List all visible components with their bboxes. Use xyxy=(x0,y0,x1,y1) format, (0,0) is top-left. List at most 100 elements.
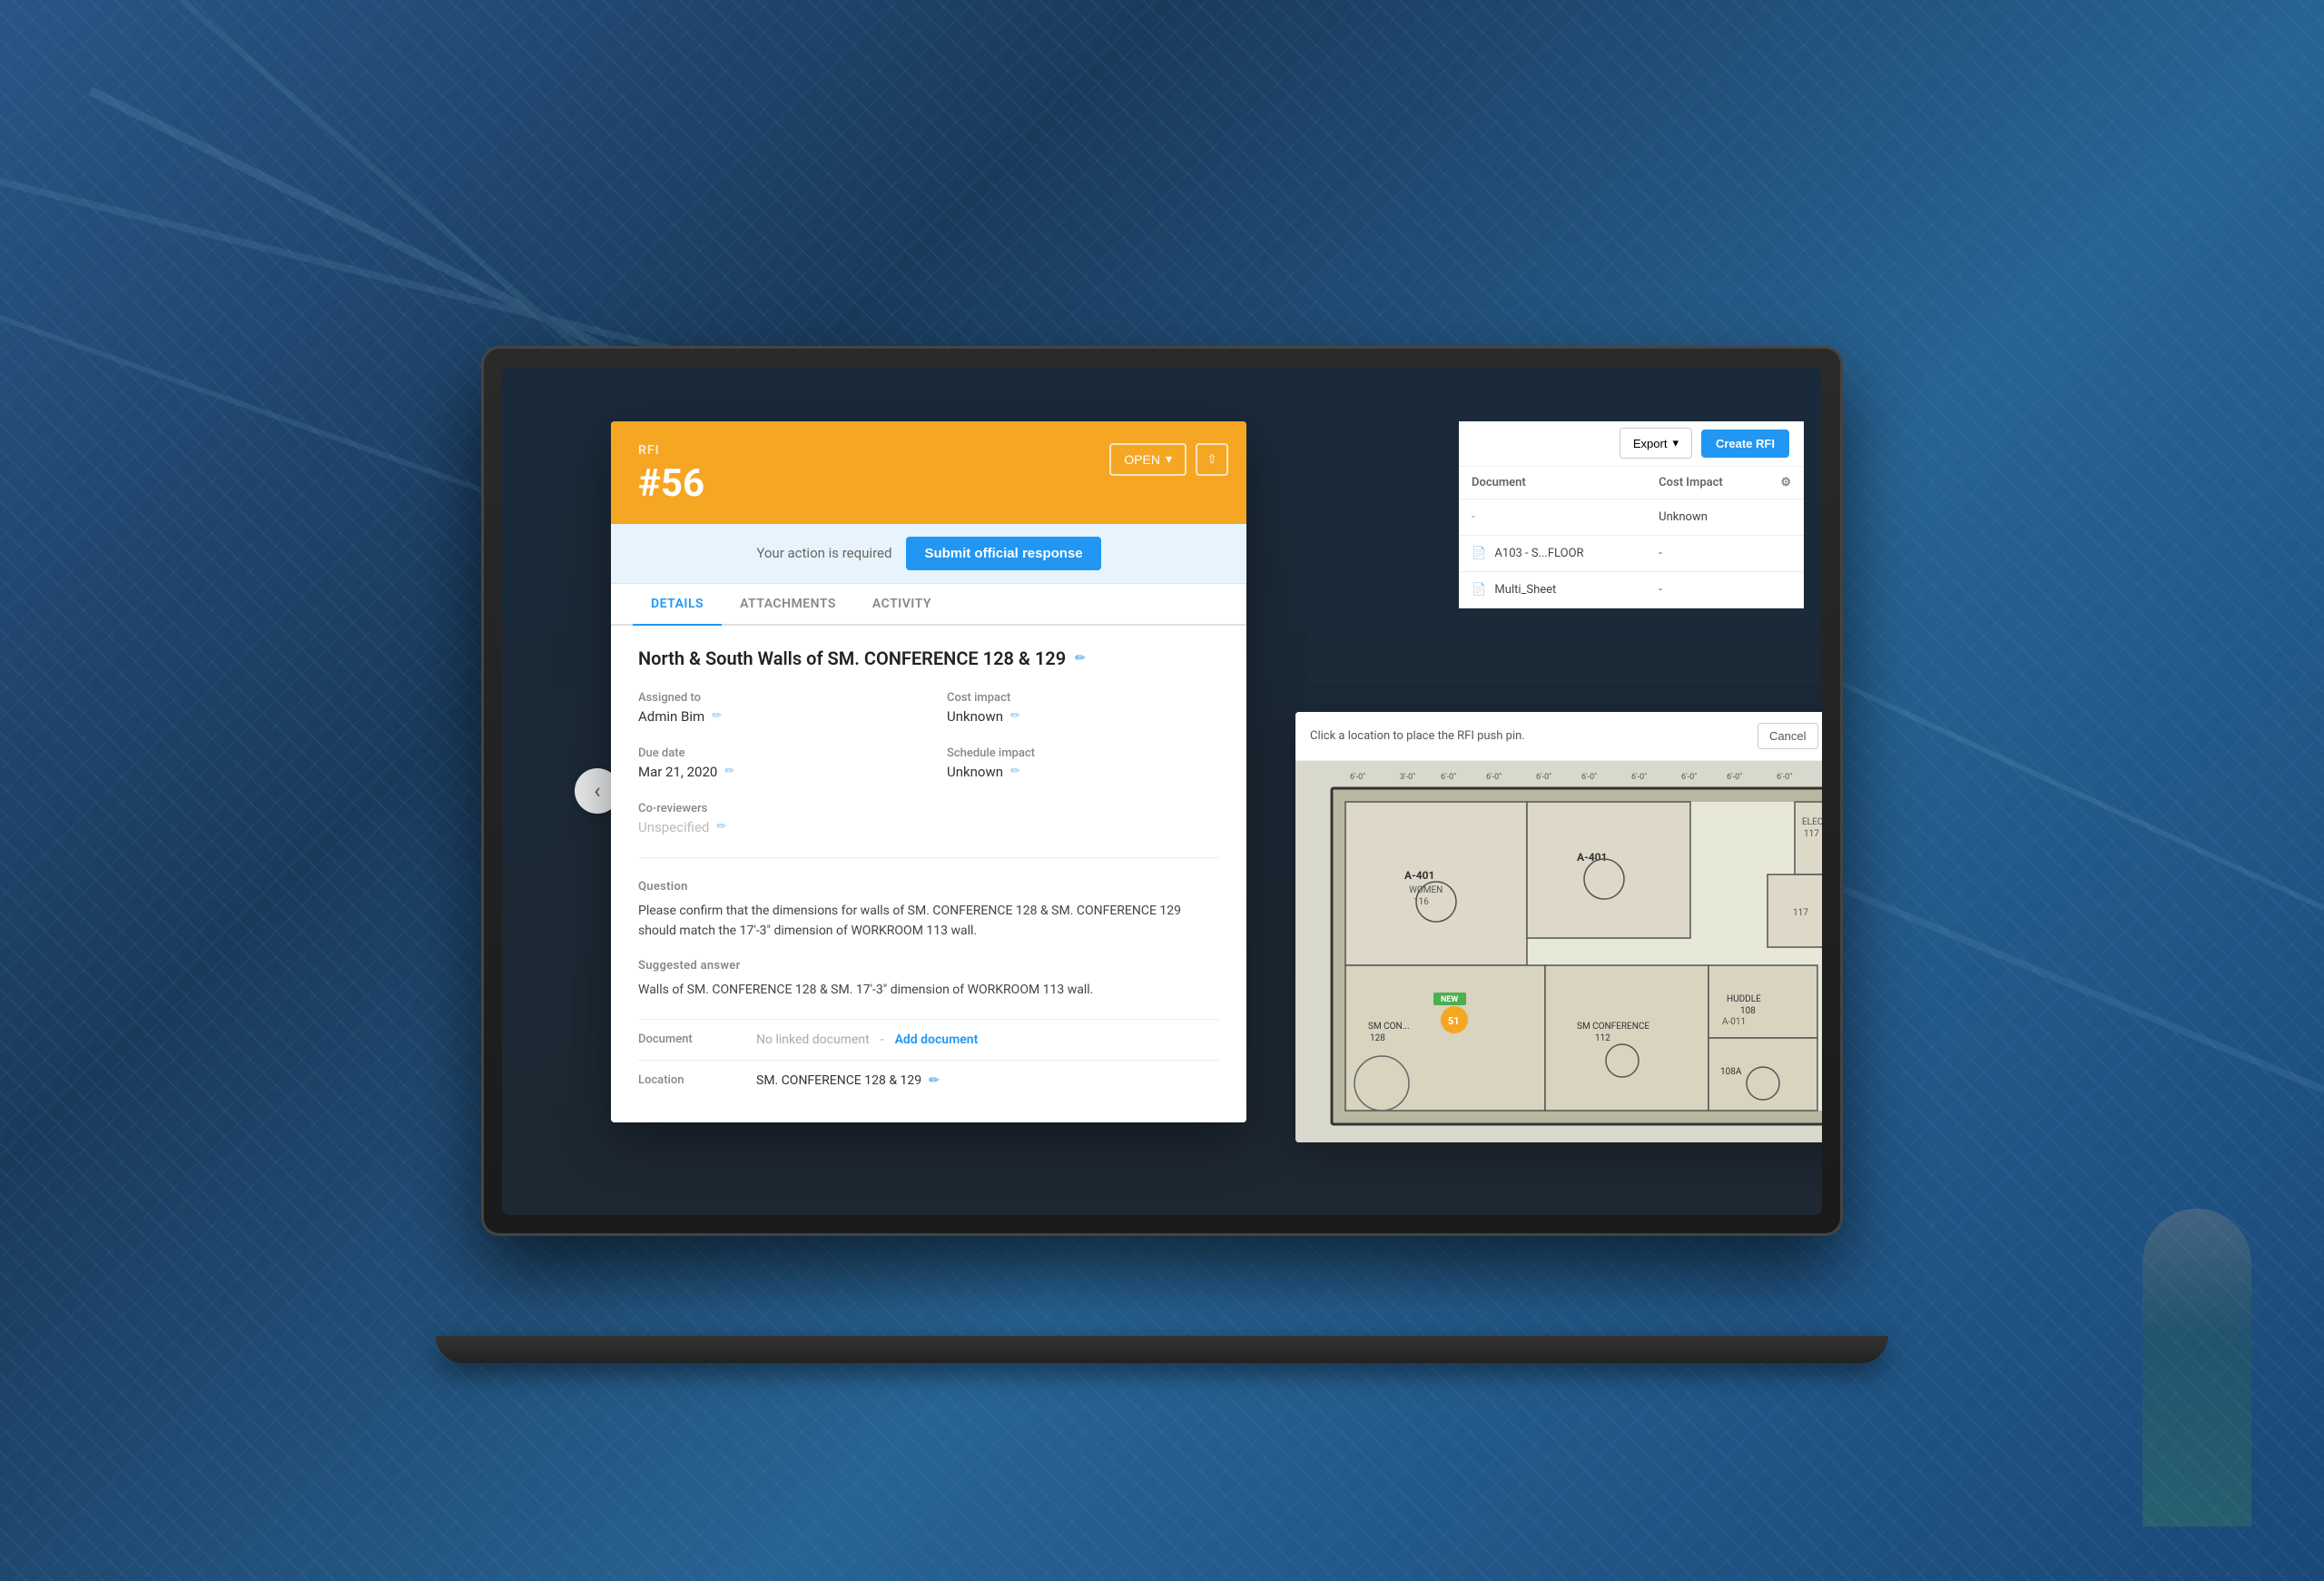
document-row-label: Document xyxy=(638,1033,747,1046)
cost-impact-edit-icon[interactable]: ✏ xyxy=(1010,709,1020,723)
svg-text:6'-0": 6'-0" xyxy=(1486,773,1502,782)
schedule-impact-label: Schedule impact xyxy=(947,746,1219,760)
svg-text:6'-0": 6'-0" xyxy=(1581,773,1597,782)
svg-text:128: 128 xyxy=(1370,1033,1385,1043)
svg-text:108A: 108A xyxy=(1720,1067,1742,1077)
co-reviewers-label: Co-reviewers xyxy=(638,802,911,815)
rfi-modal: × RFI #56 OPEN ▾ ⇧ xyxy=(611,421,1246,1122)
tab-attachments[interactable]: ATTACHMENTS xyxy=(722,584,854,626)
assigned-to-value: Admin Bim xyxy=(638,708,704,725)
doc-col-header: Document xyxy=(1459,467,1646,499)
suggested-answer-text: Walls of SM. CONFERENCE 128 & SM. 17'-3"… xyxy=(638,980,1219,1000)
share-icon: ⇧ xyxy=(1206,452,1216,467)
svg-text:SM CON...: SM CON... xyxy=(1368,1022,1410,1032)
modal-content: North & South Walls of SM. CONFERENCE 12… xyxy=(611,626,1246,1122)
separator: - xyxy=(881,1033,884,1047)
laptop-wrapper: RFIs ‹ › × RFI #56 OPEN ▾ xyxy=(345,246,1979,1336)
floor-plan-svg: 6'-0" 3'-0" 6'-0" 6'-0" 6'-0" 6'-0" 6'-0… xyxy=(1295,761,1822,1142)
location-edit-icon[interactable]: ✏ xyxy=(929,1073,940,1088)
svg-text:108: 108 xyxy=(1740,1006,1756,1016)
question-section: Question Please confirm that the dimensi… xyxy=(638,880,1219,942)
table-row: - Unknown xyxy=(1459,499,1804,535)
svg-text:112: 112 xyxy=(1595,1033,1610,1043)
laptop-screen: RFIs ‹ › × RFI #56 OPEN ▾ xyxy=(502,367,1822,1215)
tab-activity[interactable]: ACTIVITY xyxy=(854,584,950,626)
add-document-link[interactable]: Add document xyxy=(895,1033,979,1047)
share-button[interactable]: ⇧ xyxy=(1196,443,1228,476)
svg-text:6'-0": 6'-0" xyxy=(1727,773,1742,782)
due-date-label: Due date xyxy=(638,746,911,760)
svg-text:3'-0": 3'-0" xyxy=(1400,773,1415,782)
svg-text:A-401: A-401 xyxy=(1404,869,1434,882)
modal-header-actions: OPEN ▾ ⇧ xyxy=(1109,443,1228,476)
svg-text:6'-0": 6'-0" xyxy=(1350,773,1365,782)
svg-text:HUDDLE: HUDDLE xyxy=(1727,994,1761,1004)
due-date-value: Mar 21, 2020 xyxy=(638,764,717,780)
schedule-impact-edit-icon[interactable]: ✏ xyxy=(1010,765,1020,778)
export-dropdown-icon: ▾ xyxy=(1672,436,1679,450)
blueprint-content: 6'-0" 3'-0" 6'-0" 6'-0" 6'-0" 6'-0" 6'-0… xyxy=(1295,761,1822,1142)
modal-header: RFI #56 OPEN ▾ ⇧ xyxy=(611,421,1246,524)
blueprint-actions: Cancel Done xyxy=(1758,723,1822,749)
cost-impact-col-header: Cost Impact xyxy=(1646,467,1768,499)
table-row: 📄 A103 - S...FLOOR - xyxy=(1459,535,1804,571)
doc-cell: - xyxy=(1459,499,1646,535)
assigned-to-label: Assigned to xyxy=(638,691,911,705)
open-button-label: OPEN xyxy=(1124,452,1160,467)
open-button[interactable]: OPEN ▾ xyxy=(1109,443,1187,476)
svg-text:ELEC: ELEC xyxy=(1802,817,1822,827)
assigned-to-edit-icon[interactable]: ✏ xyxy=(712,709,722,723)
question-label: Question xyxy=(638,880,1219,894)
svg-text:6'-0": 6'-0" xyxy=(1777,773,1792,782)
file-icon: 📄 xyxy=(1472,547,1486,560)
assigned-to-field: Assigned to Admin Bim ✏ xyxy=(638,691,911,725)
document-table: Document Cost Impact ⚙ - Unknown xyxy=(1459,467,1804,608)
cost-impact-value: Unknown xyxy=(947,708,1003,725)
settings-col-header: ⚙ xyxy=(1768,467,1804,499)
svg-text:6'-0": 6'-0" xyxy=(1681,773,1697,782)
blueprint-cancel-button[interactable]: Cancel xyxy=(1758,723,1817,749)
cost-impact-cell: Unknown xyxy=(1646,499,1768,535)
question-text: Please confirm that the dimensions for w… xyxy=(638,901,1219,942)
svg-text:117: 117 xyxy=(1804,829,1819,839)
cost-impact-cell: - xyxy=(1646,535,1768,571)
schedule-impact-value: Unknown xyxy=(947,764,1003,780)
create-rfi-button[interactable]: Create RFI xyxy=(1701,430,1789,458)
table-row: 📄 Multi_Sheet - xyxy=(1459,571,1804,608)
due-date-edit-icon[interactable]: ✏ xyxy=(724,765,734,778)
no-linked-doc-text: No linked document xyxy=(756,1033,870,1047)
cost-impact-label: Cost impact xyxy=(947,691,1219,705)
modal-title: North & South Walls of SM. CONFERENCE 12… xyxy=(638,647,1066,669)
laptop-base xyxy=(436,1336,1888,1363)
doc-icon: - xyxy=(1472,510,1475,524)
svg-text:A-401: A-401 xyxy=(1577,851,1607,864)
doc-cell: 📄 Multi_Sheet xyxy=(1459,571,1646,608)
document-row: Document No linked document - Add docume… xyxy=(638,1019,1219,1060)
right-panel-header: Export ▾ Create RFI xyxy=(1459,421,1804,467)
dropdown-arrow-icon: ▾ xyxy=(1166,451,1172,467)
svg-text:A-011: A-011 xyxy=(1722,1017,1746,1027)
detail-grid: Assigned to Admin Bim ✏ Cost impact Unkn… xyxy=(638,691,1219,858)
modal-title-row: North & South Walls of SM. CONFERENCE 12… xyxy=(638,647,1219,669)
schedule-impact-field: Schedule impact Unknown ✏ xyxy=(947,746,1219,780)
co-reviewers-field: Co-reviewers Unspecified ✏ xyxy=(638,802,911,835)
modal-tabs: DETAILS ATTACHMENTS ACTIVITY xyxy=(611,584,1246,626)
svg-text:NEW: NEW xyxy=(1441,995,1458,1004)
cost-impact-cell: - xyxy=(1646,571,1768,608)
location-row-label: Location xyxy=(638,1073,747,1087)
export-button-label: Export xyxy=(1633,437,1668,450)
blueprint-header: Click a location to place the RFI push p… xyxy=(1295,712,1822,761)
settings-icon[interactable]: ⚙ xyxy=(1780,476,1791,489)
svg-text:6'-0": 6'-0" xyxy=(1536,773,1551,782)
action-banner: Your action is required Submit official … xyxy=(611,524,1246,584)
suggested-answer-section: Suggested answer Walls of SM. CONFERENCE… xyxy=(638,959,1219,1000)
doc-name: A103 - S...FLOOR xyxy=(1494,547,1583,560)
doc-cell: 📄 A103 - S...FLOOR xyxy=(1459,535,1646,571)
co-reviewers-edit-icon[interactable]: ✏ xyxy=(716,820,726,834)
title-edit-icon[interactable]: ✏ xyxy=(1075,651,1086,666)
tab-details[interactable]: DETAILS xyxy=(633,584,722,626)
submit-response-button[interactable]: Submit official response xyxy=(906,537,1100,570)
svg-text:6'-0": 6'-0" xyxy=(1441,773,1456,782)
export-button[interactable]: Export ▾ xyxy=(1620,428,1692,459)
location-row: Location SM. CONFERENCE 128 & 129 ✏ xyxy=(638,1060,1219,1101)
